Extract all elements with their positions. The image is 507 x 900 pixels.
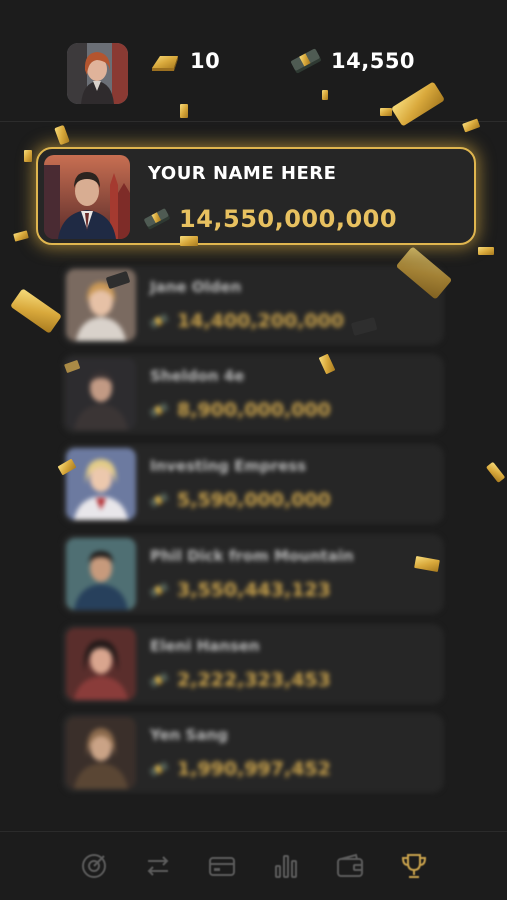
leaderboard-row[interactable]: Sheldon 4e 8,900,000,000 xyxy=(62,354,444,434)
row-name: Investing Empress xyxy=(150,457,307,475)
bar-chart-icon xyxy=(274,855,297,878)
row-worth: 3,550,443,123 xyxy=(148,579,331,601)
player-worth: 14,550,000,000 xyxy=(143,205,397,233)
nav-target[interactable] xyxy=(76,848,112,884)
row-worth: 5,590,000,000 xyxy=(148,489,331,511)
row-name: Sheldon 4e xyxy=(150,367,245,385)
leaderboard-list: Jane Olden 14,400,200,000 Sheldon 4e 8,9… xyxy=(0,0,507,900)
bottom-navigation xyxy=(0,832,507,900)
row-worth: 1,990,997,452 xyxy=(148,758,331,780)
row-worth-value: 5,590,000,000 xyxy=(177,489,331,511)
row-avatar xyxy=(66,628,136,700)
money-stack-icon xyxy=(148,671,170,689)
row-worth-value: 8,900,000,000 xyxy=(177,399,331,421)
leaderboard-row[interactable]: Jane Olden 14,400,200,000 xyxy=(62,265,444,345)
leaderboard-screen: 10 14,550 Jane Olden 14,400,200,000 Shel… xyxy=(0,0,507,900)
row-name: Eleni Hansen xyxy=(150,637,260,655)
leaderboard-row[interactable]: Eleni Hansen 2,222,323,453 xyxy=(62,624,444,704)
row-avatar xyxy=(66,448,136,520)
nav-card[interactable] xyxy=(204,848,240,884)
row-worth-value: 14,400,200,000 xyxy=(177,310,345,332)
row-avatar xyxy=(66,358,136,430)
row-avatar xyxy=(66,538,136,610)
row-worth: 14,400,200,000 xyxy=(148,310,344,332)
nav-stats[interactable] xyxy=(268,848,304,884)
money-stack-icon xyxy=(148,401,170,419)
row-avatar xyxy=(66,717,136,789)
current-player-card[interactable]: YOUR NAME HERE 14,550,000,000 xyxy=(36,147,476,245)
nav-transfer[interactable] xyxy=(140,848,176,884)
leaderboard-row[interactable]: Investing Empress 5,590,000,000 xyxy=(62,444,444,524)
trophy-icon xyxy=(401,854,426,878)
card-icon xyxy=(208,857,235,876)
row-name: Phil Dick from Mountain xyxy=(150,547,354,565)
row-worth-value: 2,222,323,453 xyxy=(177,669,331,691)
money-stack-icon xyxy=(148,760,170,778)
nav-leaderboard[interactable] xyxy=(396,848,432,884)
wallet-icon xyxy=(336,853,363,877)
row-worth: 2,222,323,453 xyxy=(148,669,331,691)
player-worth-value: 14,550,000,000 xyxy=(179,205,398,233)
leaderboard-row[interactable]: Phil Dick from Mountain 3,550,443,123 xyxy=(62,534,444,614)
row-name: Jane Olden xyxy=(150,278,242,296)
target-icon xyxy=(81,854,106,878)
row-worth: 8,900,000,000 xyxy=(148,399,331,421)
transfer-arrows-icon xyxy=(147,856,168,876)
player-name: YOUR NAME HERE xyxy=(148,163,337,184)
money-stack-icon xyxy=(148,581,170,599)
row-avatar xyxy=(66,269,136,341)
money-stack-icon xyxy=(148,312,170,330)
money-stack-icon xyxy=(148,491,170,509)
money-stack-icon xyxy=(143,207,171,231)
player-avatar xyxy=(44,155,130,239)
row-name: Yen Sang xyxy=(150,726,228,744)
nav-wallet[interactable] xyxy=(332,848,368,884)
leaderboard-row[interactable]: Yen Sang 1,990,997,452 xyxy=(62,713,444,793)
row-worth-value: 3,550,443,123 xyxy=(177,579,331,601)
row-worth-value: 1,990,997,452 xyxy=(177,758,331,780)
